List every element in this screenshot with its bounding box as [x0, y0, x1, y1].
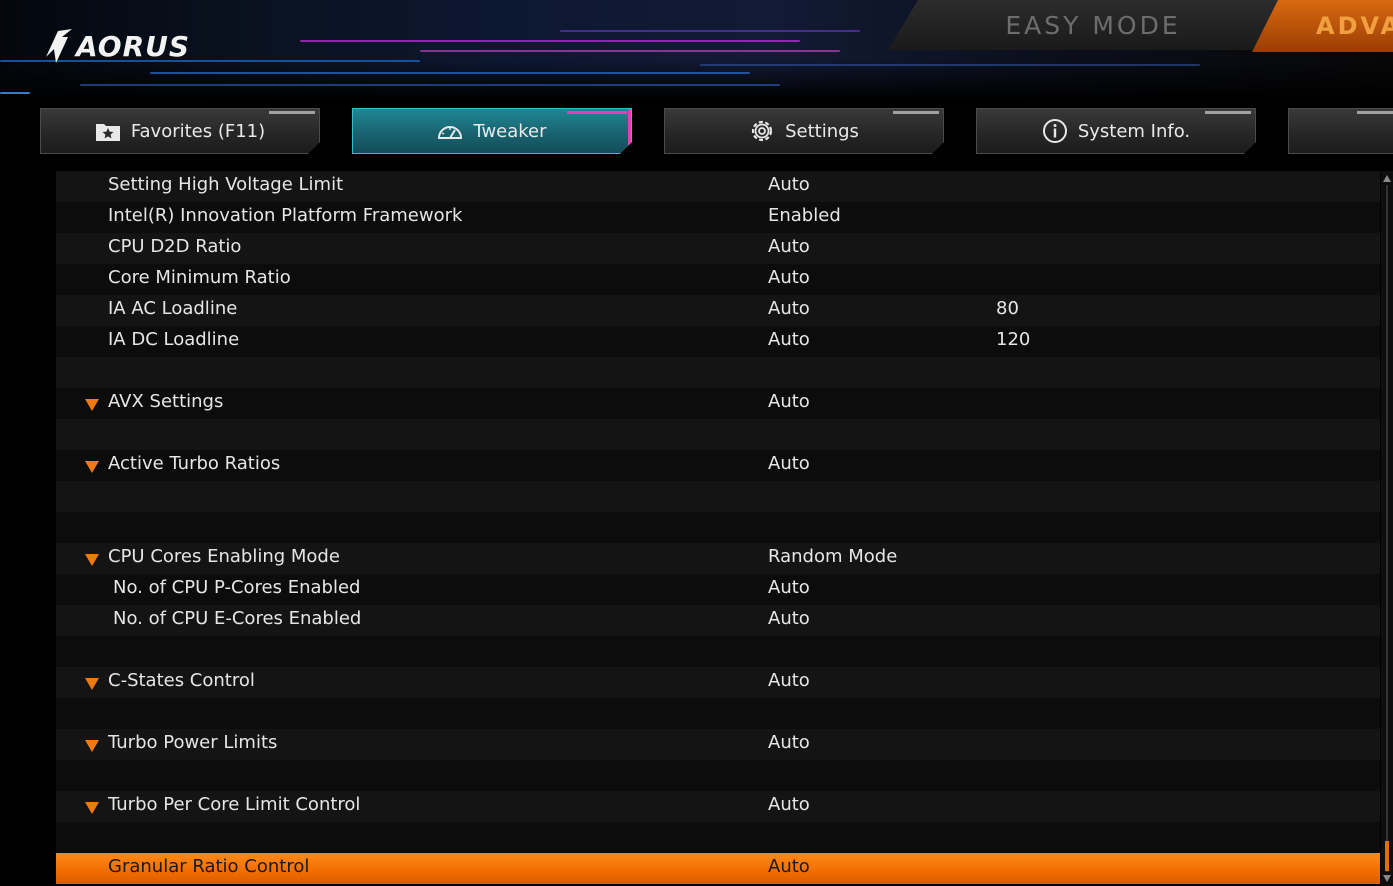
tab-settings-label: Settings	[785, 120, 859, 142]
setting-label: CPU D2D Ratio	[108, 236, 242, 257]
scroll-down-arrow-icon[interactable]	[1383, 875, 1391, 882]
spacer-row	[56, 822, 1380, 853]
setting-current-value: 80	[996, 298, 1019, 319]
setting-value[interactable]: Auto	[768, 391, 810, 412]
tab-system-info-label: System Info.	[1077, 120, 1191, 142]
list-item[interactable]: Core Minimum Ratio Auto	[56, 264, 1380, 295]
tab-next[interactable]	[1288, 108, 1393, 154]
setting-label: IA DC Loadline	[108, 329, 240, 350]
setting-value[interactable]: Random Mode	[768, 546, 897, 567]
setting-label: AVX Settings	[108, 391, 224, 412]
setting-label: CPU Cores Enabling Mode	[108, 546, 340, 567]
list-item-expandable[interactable]: Turbo Per Core Limit Control Auto	[56, 791, 1380, 822]
setting-value[interactable]: Auto	[768, 856, 810, 877]
setting-value[interactable]: Auto	[768, 329, 810, 350]
scroll-thumb[interactable]	[1385, 841, 1389, 871]
setting-value[interactable]: Auto	[768, 670, 810, 691]
settings-list: Setting High Voltage Limit Auto Intel(R)…	[56, 171, 1380, 886]
setting-label: Intel(R) Innovation Platform Framework	[108, 205, 463, 226]
list-item-expandable[interactable]: AVX Settings Auto	[56, 388, 1380, 419]
setting-label: C-States Control	[108, 670, 255, 691]
tab-favorites-label: Favorites (F11)	[130, 120, 266, 142]
easy-mode-label: EASY MODE	[1005, 10, 1181, 40]
setting-label: IA AC Loadline	[108, 298, 238, 319]
list-item[interactable]: No. of CPU P-Cores Enabled Auto	[56, 574, 1380, 605]
setting-label: Granular Ratio Control	[108, 856, 310, 877]
list-item[interactable]: No. of CPU E-Cores Enabled Auto	[56, 605, 1380, 636]
expand-arrow-icon[interactable]	[85, 740, 99, 752]
setting-current-value: 120	[996, 329, 1031, 350]
list-item-expandable[interactable]: Turbo Power Limits Auto	[56, 729, 1380, 760]
expand-arrow-icon[interactable]	[85, 461, 99, 473]
setting-value[interactable]: Auto	[768, 732, 810, 753]
speedometer-icon	[437, 119, 463, 143]
spacer-row	[56, 636, 1380, 667]
setting-label: No. of CPU E-Cores Enabled	[113, 608, 362, 629]
spacer-row	[56, 698, 1380, 729]
expand-arrow-icon[interactable]	[85, 554, 99, 566]
setting-value[interactable]: Auto	[768, 608, 810, 629]
logo-text: AORUS	[76, 29, 191, 63]
setting-value[interactable]: Auto	[768, 267, 810, 288]
aorus-logo: AORUS	[44, 24, 224, 68]
setting-label: Core Minimum Ratio	[108, 267, 291, 288]
expand-arrow-icon[interactable]	[85, 678, 99, 690]
setting-label: Turbo Power Limits	[108, 732, 278, 753]
info-icon	[1042, 119, 1068, 143]
tab-tweaker-label: Tweaker	[473, 120, 547, 142]
setting-value[interactable]: Auto	[768, 174, 810, 195]
eagle-logo-icon	[46, 29, 72, 63]
tab-settings[interactable]: Settings	[664, 108, 944, 154]
list-item-expandable[interactable]: Active Turbo Ratios Auto	[56, 450, 1380, 481]
scrollbar[interactable]	[1381, 171, 1393, 886]
spacer-row	[56, 760, 1380, 791]
list-item[interactable]: Setting High Voltage Limit Auto	[56, 171, 1380, 202]
setting-value[interactable]: Auto	[768, 236, 810, 257]
setting-label: No. of CPU P-Cores Enabled	[113, 577, 361, 598]
list-item-expandable[interactable]: C-States Control Auto	[56, 667, 1380, 698]
setting-label: Turbo Per Core Limit Control	[108, 794, 361, 815]
setting-value[interactable]: Auto	[768, 794, 810, 815]
list-item[interactable]: IA DC Loadline Auto 120	[56, 326, 1380, 357]
tab-tweaker[interactable]: Tweaker	[352, 108, 632, 154]
setting-value[interactable]: Enabled	[768, 205, 841, 226]
scroll-track[interactable]	[1386, 185, 1388, 872]
expand-arrow-icon[interactable]	[85, 802, 99, 814]
setting-value[interactable]: Auto	[768, 298, 810, 319]
setting-label: Setting High Voltage Limit	[108, 174, 344, 195]
setting-label: Active Turbo Ratios	[108, 453, 281, 474]
bios-screen: AORUS EASY MODE ADVA Favorites (F11) Twe…	[0, 0, 1393, 886]
spacer-row	[56, 419, 1380, 450]
list-item[interactable]: IA AC Loadline Auto 80	[56, 295, 1380, 326]
list-item[interactable]: Intel(R) Innovation Platform Framework E…	[56, 202, 1380, 233]
setting-value[interactable]: Auto	[768, 577, 810, 598]
star-folder-icon	[95, 119, 121, 143]
gear-icon	[749, 119, 775, 143]
spacer-row	[56, 481, 1380, 512]
list-item-expandable[interactable]: CPU Cores Enabling Mode Random Mode	[56, 543, 1380, 574]
list-item-selected[interactable]: Granular Ratio Control Auto	[56, 853, 1380, 884]
tab-system-info[interactable]: System Info.	[976, 108, 1256, 154]
easy-mode-button[interactable]: EASY MODE	[888, 0, 1288, 50]
header-banner: AORUS EASY MODE ADVA	[0, 0, 1393, 100]
spacer-row	[56, 512, 1380, 543]
list-item[interactable]: CPU D2D Ratio Auto	[56, 233, 1380, 264]
tab-favorites[interactable]: Favorites (F11)	[40, 108, 320, 154]
scroll-up-arrow-icon[interactable]	[1383, 175, 1391, 182]
setting-value[interactable]: Auto	[768, 453, 810, 474]
spacer-row	[56, 357, 1380, 388]
advanced-mode-label: ADVA	[1316, 12, 1393, 40]
expand-arrow-icon[interactable]	[85, 399, 99, 411]
